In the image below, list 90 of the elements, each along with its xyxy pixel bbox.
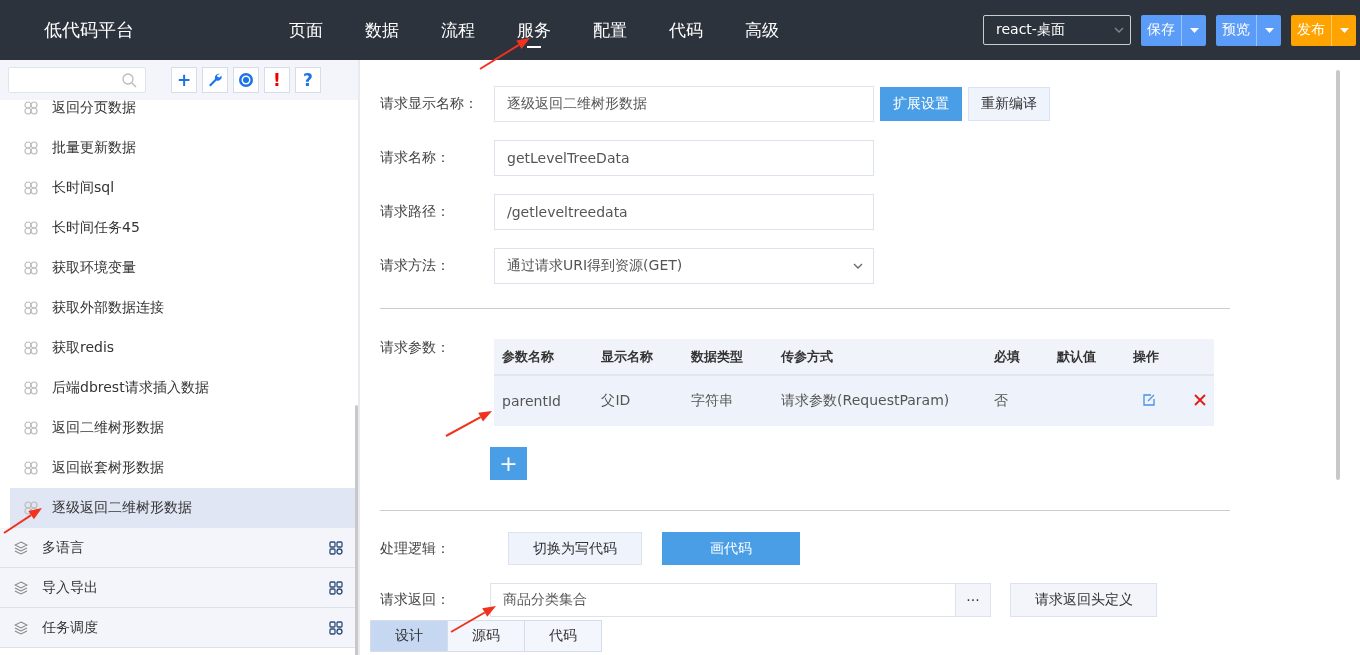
annotation-arrow: [3, 508, 42, 534]
target-button[interactable]: [233, 67, 259, 93]
clover-icon: [24, 301, 38, 315]
table-cell: parentId: [494, 375, 594, 426]
alert-button[interactable]: !: [264, 67, 290, 93]
help-button[interactable]: ?: [295, 67, 321, 93]
env-select[interactable]: react-桌面: [983, 15, 1131, 45]
column-header: 显示名称: [593, 339, 683, 375]
text-field[interactable]: 商品分类集合: [490, 583, 956, 617]
table-cell: 父ID: [593, 375, 683, 426]
more-button[interactable]: ···: [956, 583, 991, 617]
chevron-down-icon: [1114, 26, 1124, 34]
layers-icon: [14, 540, 28, 555]
chevron-down-icon: [853, 262, 863, 270]
clover-icon: [24, 181, 38, 195]
service-item[interactable]: 返回二维树形数据: [10, 408, 355, 448]
column-header: 默认值: [1049, 339, 1126, 375]
column-header: 操作: [1125, 339, 1186, 375]
grid-icon: [329, 620, 343, 635]
text-field[interactable]: /getleveltreedata: [494, 194, 874, 230]
caret-icon: [1339, 27, 1349, 33]
field-label: 请求显示名称：: [380, 95, 479, 113]
clover-icon: [24, 381, 38, 395]
clover-icon: [24, 461, 38, 475]
add-button[interactable]: +: [171, 67, 197, 93]
bottom-tab[interactable]: 设计: [370, 620, 448, 652]
search-field[interactable]: [8, 67, 146, 93]
app-title: 低代码平台: [43, 18, 135, 42]
service-item[interactable]: 获取环境变量: [10, 248, 355, 288]
clover-icon: [24, 341, 38, 355]
grid-icon: [329, 580, 343, 595]
bottom-tab[interactable]: 代码: [524, 620, 602, 652]
text-field[interactable]: getLevelTreeData: [494, 140, 874, 176]
nav-tab[interactable]: 流程: [420, 0, 496, 60]
clover-icon: [24, 261, 38, 275]
column-header: 传参方式: [773, 339, 986, 375]
table-cell: 字符串: [682, 375, 774, 426]
clover-icon: [24, 221, 38, 235]
layers-icon: [14, 620, 28, 635]
annotation-arrow: [479, 38, 530, 70]
service-item[interactable]: 长时间sql: [10, 168, 355, 208]
caret-icon: [1264, 27, 1274, 33]
target-icon: [238, 72, 254, 88]
field-label: 请求名称：: [380, 149, 451, 167]
field-label: 请求参数：: [380, 339, 451, 357]
method-select[interactable]: 通过请求URI得到资源(GET): [494, 248, 874, 284]
delete-icon[interactable]: [1194, 394, 1206, 406]
column-header: 必填: [985, 339, 1050, 375]
service-item[interactable]: 获取外部数据连接: [10, 288, 355, 328]
wrench-icon: [207, 72, 223, 88]
clover-icon: [24, 101, 38, 115]
clover-icon: [24, 141, 38, 155]
clover-icon: [24, 421, 38, 435]
nav-tab[interactable]: 服务: [496, 0, 572, 60]
service-item[interactable]: 返回分页数据: [10, 100, 355, 128]
header-define-button[interactable]: 请求返回头定义: [1010, 583, 1157, 617]
search-icon: [122, 72, 137, 88]
action-button[interactable]: 重新编译: [968, 87, 1050, 121]
nav-tab[interactable]: 页面: [268, 0, 344, 60]
group-header[interactable]: 导入导出: [0, 568, 355, 608]
table-cell: 请求参数(RequestParam): [773, 375, 986, 426]
nav-tab[interactable]: 代码: [648, 0, 724, 60]
service-item[interactable]: 获取redis: [10, 328, 355, 368]
text-field[interactable]: 逐级返回二维树形数据: [494, 86, 874, 122]
service-item[interactable]: 批量更新数据: [10, 128, 355, 168]
field-label: 请求路径：: [380, 203, 451, 221]
field-label: 处理逻辑：: [380, 539, 451, 558]
nav-tab[interactable]: 高级: [724, 0, 800, 60]
column-header: 参数名称: [494, 339, 594, 375]
caret-icon: [1189, 27, 1199, 33]
nav-tab[interactable]: 配置: [572, 0, 648, 60]
clover-icon: [24, 501, 38, 515]
column-header: 数据类型: [682, 339, 774, 375]
nav-tab[interactable]: 数据: [344, 0, 420, 60]
field-label: 请求返回：: [380, 591, 451, 609]
layers-icon: [14, 580, 28, 595]
wrench-button[interactable]: [202, 67, 228, 93]
edit-icon[interactable]: [1143, 394, 1156, 406]
service-item[interactable]: 逐级返回二维树形数据: [10, 488, 355, 528]
table-cell: 否: [985, 375, 1050, 426]
mode-button[interactable]: 切换为写代码: [508, 532, 642, 565]
grid-icon: [329, 540, 343, 555]
service-item[interactable]: 返回嵌套树形数据: [10, 448, 355, 488]
field-label: 请求方法：: [380, 257, 451, 275]
group-header[interactable]: 多语言: [0, 528, 355, 568]
service-item[interactable]: 后端dbrest请求插入数据: [10, 368, 355, 408]
group-header[interactable]: 任务调度: [0, 608, 355, 648]
annotation-arrow: [445, 411, 492, 437]
service-item[interactable]: 长时间任务45: [10, 208, 355, 248]
bottom-tab[interactable]: 源码: [447, 620, 525, 652]
